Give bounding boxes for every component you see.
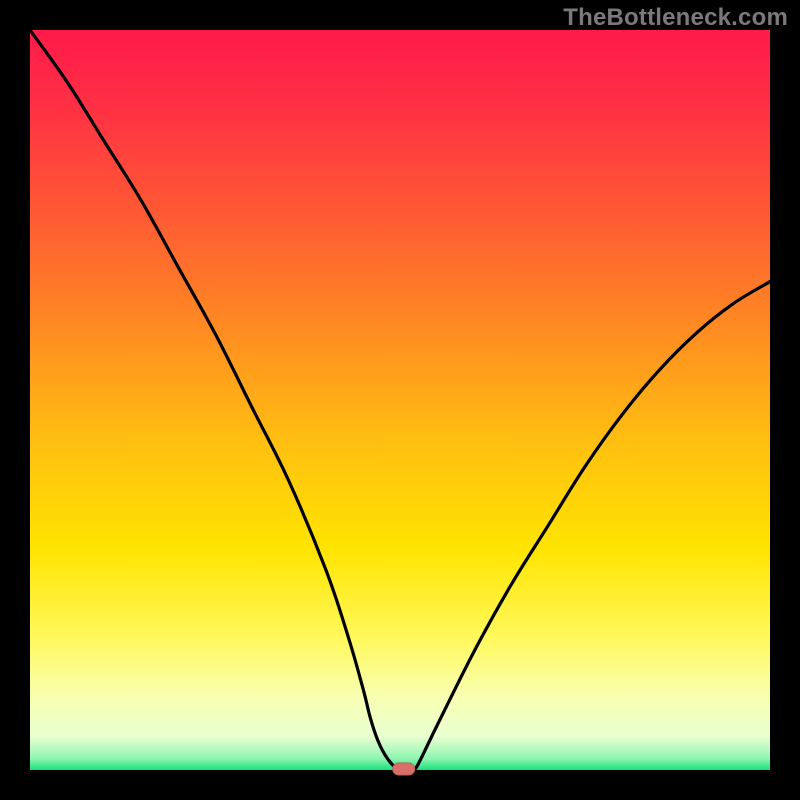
chart-frame: { "watermark": "TheBottleneck.com", "col…	[0, 0, 800, 800]
optimum-marker	[393, 763, 415, 775]
plot-background	[30, 30, 770, 770]
bottleneck-chart	[0, 0, 800, 800]
watermark-label: TheBottleneck.com	[563, 4, 788, 32]
